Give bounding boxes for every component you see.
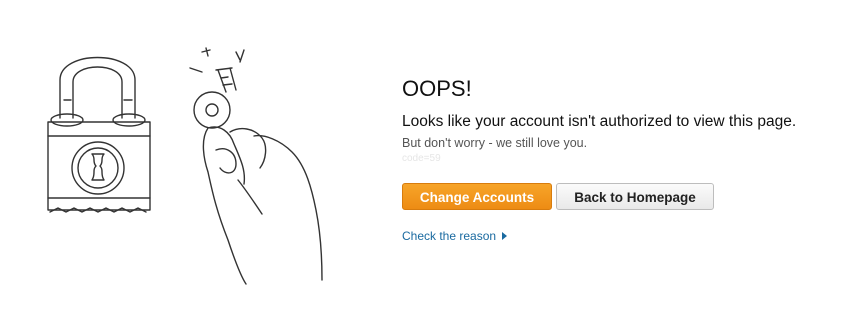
back-to-homepage-button[interactable]: Back to Homepage bbox=[556, 183, 714, 210]
action-buttons: Change Accounts Back to Homepage bbox=[402, 183, 842, 210]
check-reason-link[interactable]: Check the reason bbox=[402, 228, 508, 244]
caret-right-icon bbox=[502, 232, 508, 240]
page-title: OOPS! bbox=[402, 76, 472, 101]
error-page: OOPS! Looks like your account isn't auth… bbox=[0, 0, 852, 322]
error-code: code=59 bbox=[402, 153, 441, 164]
padlock-key-illustration bbox=[40, 40, 330, 290]
error-description: Looks like your account isn't authorized… bbox=[402, 113, 797, 130]
error-message-panel: OOPS! Looks like your account isn't auth… bbox=[402, 76, 842, 245]
change-accounts-button[interactable]: Change Accounts bbox=[402, 183, 552, 210]
check-reason-label: Check the reason bbox=[402, 229, 497, 243]
reassurance-note: But don't worry - we still love you. bbox=[402, 136, 588, 150]
